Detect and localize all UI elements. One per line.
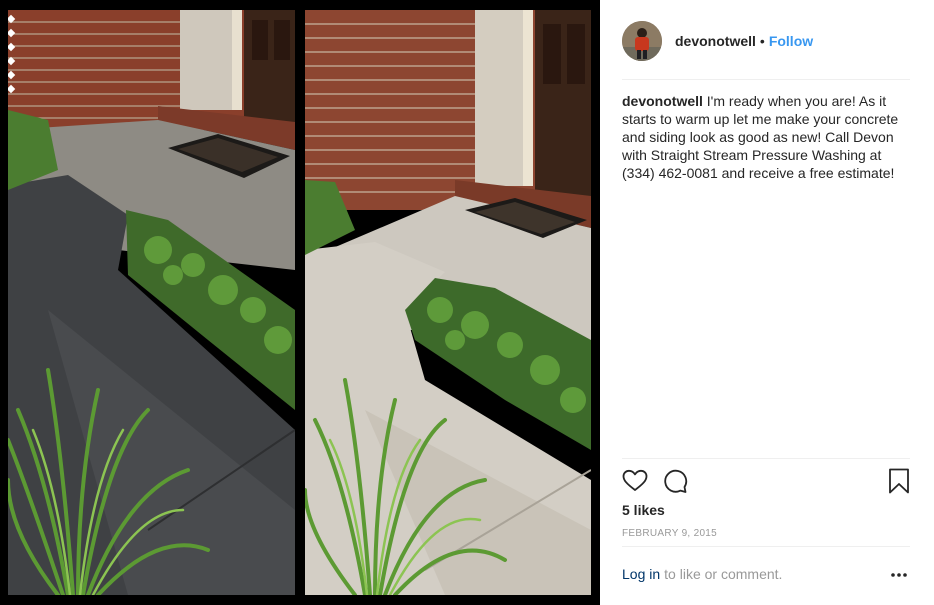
login-link[interactable]: Log in [622, 566, 660, 582]
actions-divider [622, 458, 910, 459]
post-date[interactable]: FEBRUARY 9, 2015 [622, 528, 717, 539]
post-side-panel: devonotwell • Follow devonotwell I'm rea… [600, 0, 934, 605]
speech-bubble-icon[interactable] [662, 468, 688, 494]
caption-username[interactable]: devonotwell [622, 93, 703, 109]
footer-divider [622, 546, 910, 547]
avatar[interactable] [622, 21, 662, 61]
more-options-icon[interactable] [890, 568, 908, 582]
login-prompt-text: to like or comment. [664, 566, 783, 582]
post-header: devonotwell • Follow [622, 18, 910, 64]
before-photo [8, 10, 295, 595]
after-photo [305, 10, 591, 595]
heart-outline-icon[interactable] [622, 468, 648, 494]
bookmark-icon[interactable] [888, 468, 910, 494]
post-footer: Log in to like or comment. [622, 566, 910, 582]
header-divider [622, 79, 910, 80]
header-separator: • [759, 33, 765, 49]
post-photo[interactable] [0, 0, 600, 605]
header-username[interactable]: devonotwell [675, 33, 756, 49]
likes-count[interactable]: 5 likes [622, 502, 665, 518]
photo-edge-marker [6, 14, 16, 104]
follow-button[interactable]: Follow [769, 33, 813, 49]
post-actions [622, 468, 910, 496]
post-caption: devonotwell I'm ready when you are! As i… [622, 92, 910, 182]
